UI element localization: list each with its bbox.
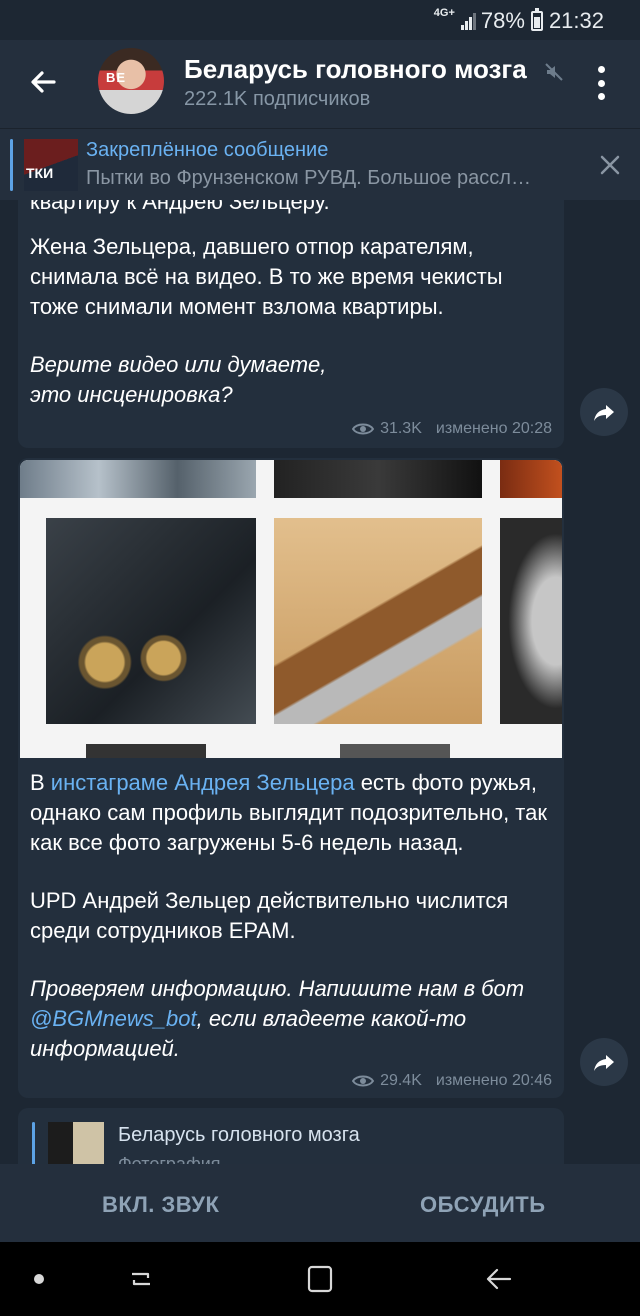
photo-tile (274, 518, 482, 724)
network-type: 4G+ (433, 7, 455, 19)
eye-icon (352, 423, 375, 435)
forward-accent-bar (32, 1122, 35, 1164)
photo-tile (500, 460, 562, 498)
message-italic: Проверяем информацию. Напишите нам в бот… (30, 976, 525, 1061)
channel-title[interactable]: Беларусь головного мозга (184, 54, 527, 85)
recent-apps-icon[interactable] (126, 1264, 156, 1294)
system-nav-bar (0, 1242, 640, 1316)
share-button[interactable] (580, 1038, 628, 1086)
edited-time: изменено 20:28 (435, 420, 552, 437)
message-list[interactable]: квартиру к Андрею Зельцеру. Жена Зельцер… (0, 200, 640, 1164)
message-meta: 31.3K изменено 20:28 (352, 420, 552, 438)
arrow-left-icon[interactable] (24, 62, 64, 102)
forward-subtitle: Фотография (118, 1154, 221, 1164)
signal-icon (460, 12, 476, 30)
forward-title: Беларусь головного мозга (118, 1124, 360, 1146)
clock: 21:32 (548, 8, 604, 33)
share-button[interactable] (580, 388, 628, 436)
message-text-partial: квартиру к Андрею Зельцеру. (30, 200, 330, 214)
edited-time: изменено 20:46 (435, 1072, 552, 1089)
message-photo[interactable] (20, 460, 562, 758)
avatar-text: BE (106, 70, 127, 85)
photo-tile (86, 744, 206, 758)
pinned-thumbnail: ТКИ (24, 139, 78, 191)
message-paragraph: Жена Зельцера, давшего отпор карателям, … (30, 234, 503, 319)
message-upd: UPD Андрей Зельцер действительно числитс… (30, 888, 509, 943)
photo-tile (340, 744, 450, 758)
forward-thumbnail (48, 1122, 104, 1164)
unmute-button[interactable]: ВКЛ. ЗВУК (102, 1192, 219, 1218)
muted-speaker-icon (545, 63, 563, 81)
discuss-button[interactable]: ОБСУДИТЬ (420, 1192, 546, 1218)
battery-percent: 78% (480, 8, 525, 33)
photo-tile (500, 518, 562, 724)
share-arrow-icon (594, 1055, 614, 1071)
more-vert-icon[interactable] (586, 66, 616, 100)
view-count: 29.4K (380, 1072, 422, 1089)
message-bubble[interactable]: квартиру к Андрею Зельцеру. Жена Зельцер… (18, 200, 564, 448)
chat-header: BE Беларусь головного мозга 222.1K подпи… (0, 40, 640, 128)
battery-icon (530, 8, 543, 31)
subscriber-count: 222.1K подписчиков (184, 88, 371, 110)
nav-dot-icon[interactable] (34, 1274, 44, 1284)
pinned-title: Закреплённое сообщение (86, 139, 329, 161)
photo-tile (20, 460, 256, 498)
view-count: 31.3K (380, 420, 422, 437)
bot-link[interactable]: @BGMnews_bot (30, 1006, 197, 1031)
message-meta: 29.4K изменено 20:46 (352, 1072, 552, 1090)
message-paragraph: В инстаграме Андрея Зельцера есть фото р… (30, 770, 547, 855)
message-bubble[interactable]: Беларусь головного мозга Фотография (18, 1108, 564, 1164)
photo-tile (46, 518, 256, 724)
instagram-link[interactable]: инстаграме Андрея Зельцера (51, 770, 355, 795)
channel-action-bar: ВКЛ. ЗВУК ОБСУДИТЬ (0, 1164, 640, 1242)
back-icon[interactable] (484, 1264, 514, 1294)
status-bar: 4G+ 78% 21:32 (0, 0, 640, 40)
pinned-accent-bar (10, 139, 13, 191)
home-icon[interactable] (306, 1264, 334, 1294)
message-bubble[interactable]: В инстаграме Андрея Зельцера есть фото р… (18, 458, 564, 1098)
pinned-text: Пытки во Фрунзенском РУВД. Большое рассл… (86, 167, 531, 189)
eye-icon (352, 1075, 375, 1087)
message-text: В инстаграме Андрея Зельцера есть фото р… (30, 768, 550, 1092)
close-icon[interactable] (598, 153, 622, 177)
message-italic: Верите видео или думаете, это инсцениров… (30, 352, 327, 407)
channel-avatar[interactable]: BE (98, 48, 164, 114)
photo-tile (274, 460, 482, 498)
message-text: Жена Зельцера, давшего отпор карателям, … (30, 232, 550, 438)
share-arrow-icon (594, 405, 614, 421)
pinned-message[interactable]: ТКИ Закреплённое сообщение Пытки во Фрун… (0, 128, 640, 200)
